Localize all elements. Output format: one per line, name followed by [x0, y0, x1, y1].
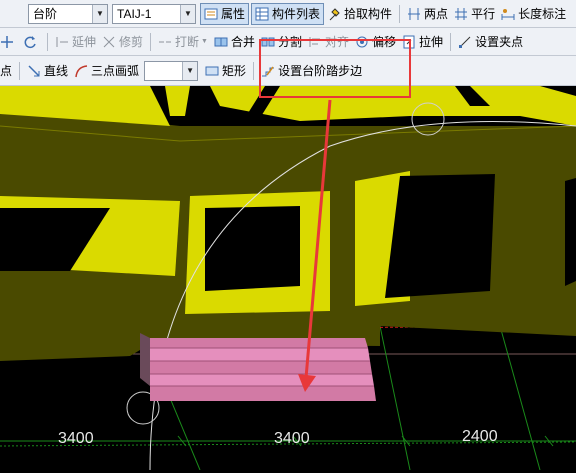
rectangle-button[interactable]: 矩形 — [202, 60, 249, 82]
rectangle-icon — [205, 64, 219, 78]
properties-button[interactable]: 属性 — [200, 2, 250, 25]
viewport-3d[interactable]: 3400 3400 2400 — [0, 86, 576, 471]
highlight-box — [259, 39, 411, 98]
break-label: 打断 — [175, 35, 200, 49]
set-grip-button[interactable]: 设置夹点 — [455, 31, 526, 53]
parallel-label: 平行 — [471, 7, 496, 21]
component-select-value: TAIJ-1 — [117, 6, 152, 21]
properties-label: 属性 — [221, 7, 246, 21]
set-grip-label: 设置夹点 — [475, 35, 524, 49]
line-button[interactable]: 直线 — [24, 60, 71, 82]
break-icon — [158, 35, 172, 49]
wall-structure — [0, 86, 576, 361]
arc-icon — [74, 64, 88, 78]
two-points-icon — [407, 7, 421, 21]
trim-icon — [102, 35, 116, 49]
properties-icon — [204, 7, 218, 21]
list-icon — [255, 7, 269, 21]
length-dim-label: 长度标注 — [518, 7, 567, 21]
separator — [19, 61, 21, 80]
component-list-button[interactable]: 构件列表 — [251, 2, 325, 25]
model-canvas — [0, 86, 576, 471]
point-button[interactable]: 点 — [0, 60, 15, 82]
rotate-button[interactable] — [20, 31, 43, 53]
three-point-arc-button[interactable]: 三点画弧 — [71, 60, 142, 82]
chevron-down-icon[interactable]: ▼ — [182, 61, 198, 80]
step-component[interactable] — [140, 333, 376, 401]
parallel-icon — [454, 7, 468, 21]
length-dim-button[interactable]: 长度标注 — [498, 3, 569, 25]
dimension-icon — [501, 7, 515, 21]
arc-mode-select[interactable]: ▼ — [144, 60, 199, 81]
three-point-arc-label: 三点画弧 — [91, 64, 140, 78]
component-list-label: 构件列表 — [272, 7, 321, 21]
merge-button[interactable]: 合并 — [211, 31, 258, 53]
parallel-button[interactable]: 平行 — [451, 3, 498, 25]
line-icon — [27, 64, 41, 78]
extend-label: 延伸 — [72, 35, 97, 49]
rectangle-label: 矩形 — [222, 64, 247, 78]
rotate-icon — [23, 35, 37, 49]
grip-icon — [458, 35, 472, 49]
trim-label: 修剪 — [119, 35, 144, 49]
category-select-value: 台阶 — [33, 7, 58, 21]
stretch-label: 拉伸 — [419, 35, 444, 49]
separator — [399, 4, 401, 23]
pick-icon — [327, 7, 341, 21]
chevron-down-icon[interactable]: ▼ — [180, 4, 195, 23]
separator — [253, 61, 255, 80]
extend-icon — [55, 35, 69, 49]
component-select[interactable]: TAIJ-1 ▼ — [112, 3, 196, 24]
trim-button[interactable]: 修剪 — [99, 31, 146, 53]
category-select[interactable]: 台阶 ▼ — [28, 3, 108, 24]
extend-button[interactable]: 延伸 — [52, 31, 99, 53]
move-icon — [0, 35, 14, 49]
line-label: 直线 — [44, 64, 69, 78]
pick-component-label: 拾取构件 — [344, 7, 393, 21]
break-button[interactable]: 打断 ▼ — [155, 31, 211, 53]
two-points-label: 两点 — [424, 7, 449, 21]
chevron-down-icon: ▼ — [201, 38, 208, 45]
separator — [450, 32, 452, 51]
point-label: 点 — [0, 64, 13, 78]
pick-component-button[interactable]: 拾取构件 — [324, 3, 395, 25]
dimension-label: 3400 — [274, 430, 310, 447]
two-points-button[interactable]: 两点 — [404, 3, 451, 25]
move-button[interactable] — [0, 31, 20, 53]
main-toolbar: 台阶 ▼ TAIJ-1 ▼ 属性 构件列表 拾取构件 两点 平行 长度标注 — [0, 0, 576, 28]
chevron-down-icon[interactable]: ▼ — [92, 4, 107, 23]
dimension-label: 2400 — [462, 428, 498, 445]
merge-icon — [214, 35, 228, 49]
dimension-label: 3400 — [58, 430, 94, 447]
separator — [47, 32, 48, 51]
merge-label: 合并 — [230, 35, 255, 49]
separator — [150, 32, 152, 51]
